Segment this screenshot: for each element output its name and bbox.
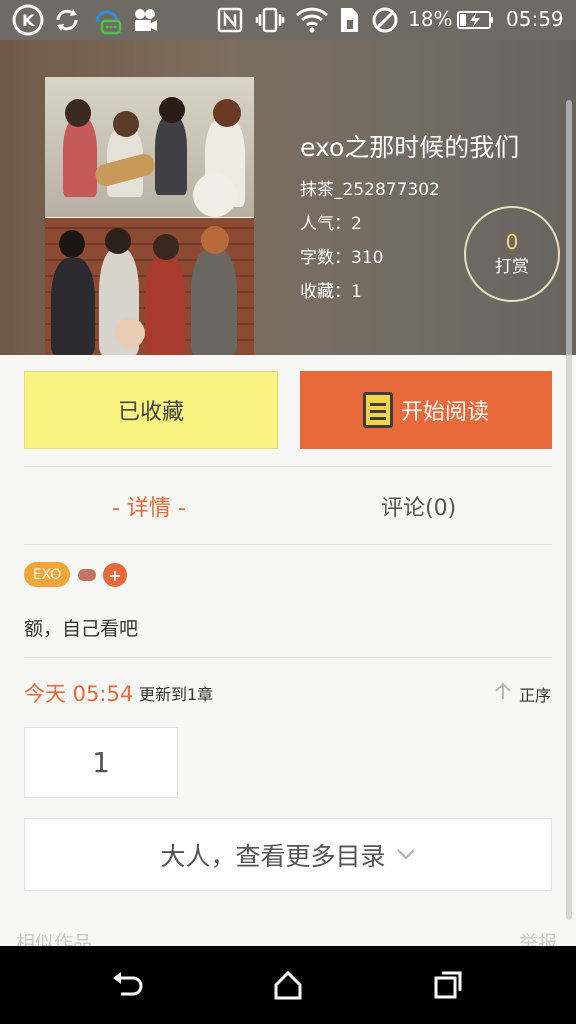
book-cover-image[interactable]	[45, 77, 254, 355]
status-bar: K 18% 05:59	[0, 0, 576, 40]
book-description: 额，自己看吧	[24, 618, 139, 640]
sort-label: 正序	[519, 685, 552, 705]
divider	[24, 466, 552, 467]
recent-apps-button[interactable]	[408, 946, 488, 1024]
tag-empty[interactable]	[78, 569, 96, 581]
book-word-count: 字数：310	[300, 248, 384, 268]
tag-exo[interactable]: EXO	[24, 562, 70, 587]
favorited-label: 已收藏	[117, 400, 184, 425]
tab-detail[interactable]: - 详情 -	[112, 490, 186, 522]
more-catalog-label: 大人，查看更多目录	[160, 841, 386, 871]
chat-bot-icon	[90, 5, 124, 35]
book-popularity: 人气：2	[300, 214, 362, 234]
k-app-icon: K	[10, 4, 46, 36]
reward-count: 0	[505, 230, 519, 254]
home-button[interactable]	[248, 946, 328, 1024]
nfc-icon	[216, 5, 244, 35]
book-icon	[362, 392, 393, 428]
favorited-button[interactable]: 已收藏	[24, 371, 278, 449]
home-icon	[274, 970, 302, 1000]
clock: 05:59	[506, 7, 564, 31]
cover-photo-top	[45, 77, 254, 217]
arrow-up-icon	[493, 681, 513, 706]
book-header: exo之那时候的我们 抹茶_252877302 人气：2 字数：310 收藏：1…	[0, 40, 576, 355]
system-nav-bar	[0, 946, 576, 1024]
reward-label: 打赏	[495, 257, 529, 277]
sort-order-button[interactable]: 正序	[493, 681, 551, 706]
sim-icon	[336, 5, 362, 35]
add-tag-button[interactable]: +	[103, 563, 127, 587]
divider	[24, 657, 552, 658]
sync-icon	[52, 5, 82, 35]
recent-apps-icon	[434, 971, 462, 999]
camera-video-icon	[130, 5, 160, 35]
book-favorites: 收藏：1	[300, 282, 362, 302]
reward-button[interactable]: 0 打赏	[464, 206, 560, 302]
book-title: exo之那时候的我们	[300, 133, 520, 162]
chevron-down-icon	[396, 844, 416, 865]
chapter-item[interactable]: 1	[24, 727, 178, 798]
tab-comments[interactable]: 评论(0)	[381, 490, 456, 522]
divider	[24, 544, 552, 545]
battery-percent: 18%	[408, 7, 453, 31]
battery-charging-icon	[456, 5, 496, 35]
back-icon	[113, 972, 143, 996]
wifi-icon	[294, 5, 330, 35]
book-author[interactable]: 抹茶_252877302	[300, 175, 440, 200]
do-not-disturb-icon	[370, 5, 400, 35]
start-reading-label: 开始阅读	[400, 400, 489, 425]
scrollbar[interactable]	[566, 100, 572, 920]
update-text: 更新到1章	[139, 685, 214, 704]
update-time: 今天 05:54	[24, 682, 134, 706]
start-reading-button[interactable]: 开始阅读	[300, 371, 552, 449]
more-catalog-button[interactable]: 大人，查看更多目录	[24, 818, 552, 891]
back-button[interactable]	[88, 946, 168, 1024]
cover-photo-bottom	[45, 218, 254, 355]
vibrate-icon	[254, 5, 286, 35]
svg-text:K: K	[22, 11, 35, 30]
